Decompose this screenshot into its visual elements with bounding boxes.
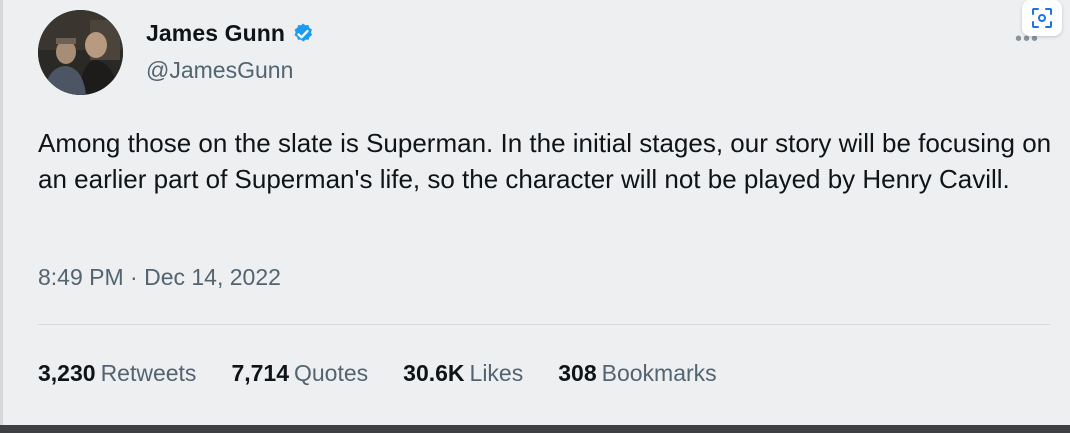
stat-retweets[interactable]: 3,230 Retweets [38, 360, 196, 387]
stat-label: Retweets [100, 360, 197, 386]
stat-value: 30.6K [403, 360, 465, 386]
visual-search-icon[interactable] [1022, 0, 1062, 36]
author-name-row: James Gunn [146, 20, 315, 47]
avatar[interactable] [38, 10, 123, 95]
engagement-stats: 3,230 Retweets 7,714 Quotes 30.6K Likes … [38, 360, 752, 387]
tweet-text: Among those on the slate is Superman. In… [38, 128, 1052, 194]
stat-label: Quotes [294, 360, 369, 386]
tweet-timestamp[interactable]: 8:49 PM · Dec 14, 2022 [38, 264, 281, 291]
stat-quotes[interactable]: 7,714 Quotes [231, 360, 368, 387]
stat-label: Likes [469, 360, 524, 386]
bottom-bar [0, 425, 1070, 433]
verified-badge-icon [294, 23, 313, 41]
stat-value: 3,230 [38, 360, 96, 386]
author-display-name[interactable]: James Gunn [146, 20, 285, 47]
stat-value: 308 [558, 360, 597, 386]
author-handle[interactable]: @JamesGunn [146, 57, 293, 84]
lens-glyph-icon [1032, 8, 1052, 28]
tweet-card: James Gunn @JamesGunn ••• Among those on… [0, 0, 1070, 433]
left-border [0, 0, 3, 425]
stat-likes[interactable]: 30.6K Likes [403, 360, 523, 387]
stat-label: Bookmarks [601, 360, 717, 386]
stat-bookmarks[interactable]: 308 Bookmarks [558, 360, 716, 387]
stats-divider [38, 324, 1050, 325]
avatar-photo [38, 10, 123, 95]
stat-value: 7,714 [231, 360, 289, 386]
